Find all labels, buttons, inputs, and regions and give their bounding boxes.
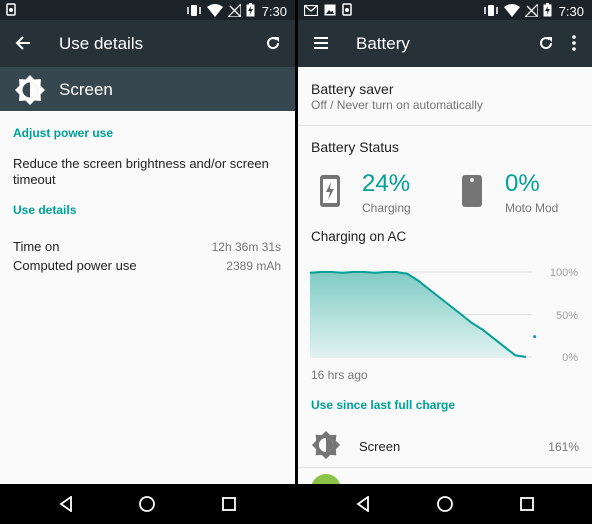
use-since-heading: Use since last full charge [311, 398, 456, 412]
use-details-screen: 7:30 Use details Screen Adjust power use… [0, 0, 295, 524]
charging-title: Charging on AC [311, 229, 407, 244]
notification-icon [342, 3, 352, 19]
phone-battery-icon [318, 173, 342, 214]
status-bar: 7:30 [0, 0, 295, 20]
menu-icon[interactable] [309, 31, 333, 55]
no-signal-icon [226, 1, 242, 20]
home-nav-icon[interactable] [137, 494, 157, 514]
moto-mod-icon [460, 173, 484, 214]
divider [298, 125, 592, 126]
adjust-power-use-heading: Adjust power use [13, 126, 114, 140]
projection-point [533, 335, 537, 339]
y-tick-100: 100% [550, 267, 578, 279]
vibrate-icon [483, 4, 499, 20]
page-title: Battery [356, 34, 410, 53]
moto-mod-percent: 0% [505, 170, 540, 197]
back-nav-icon[interactable] [353, 494, 373, 514]
app-name: Screen [59, 80, 113, 99]
battery-charging-icon [543, 3, 552, 20]
battery-status-title: Battery Status [311, 139, 399, 155]
refresh-icon[interactable] [534, 31, 558, 55]
app-bar: Battery [298, 20, 592, 67]
no-signal-icon [523, 1, 539, 20]
back-nav-icon[interactable] [56, 494, 76, 514]
phone-battery-status: Charging [362, 201, 411, 215]
moto-mod-label: Moto Mod [505, 201, 559, 215]
battery-saver-subtitle: Off / Never turn on automatically [311, 98, 483, 112]
image-icon [324, 4, 336, 19]
usage-item-value: 161% [548, 440, 579, 454]
usage-item-label: Screen [359, 439, 401, 454]
battery-screen: 7:30 Battery Battery saver Off / Never t… [298, 0, 592, 524]
phone-battery-percent: 24% [362, 170, 411, 197]
computed-power-use-value: 2389 mAh [226, 259, 281, 273]
wifi-icon [503, 3, 520, 20]
status-bar: 7:30 [298, 0, 592, 20]
back-arrow-icon[interactable] [11, 31, 35, 55]
brightness-icon [311, 430, 341, 465]
app-bar: Use details [0, 20, 295, 67]
notification-icon [6, 3, 16, 19]
divider [298, 467, 592, 468]
y-tick-50: 50% [556, 310, 578, 322]
recents-nav-icon[interactable] [517, 494, 537, 514]
x-axis-start-label: 16 hrs ago [311, 368, 368, 382]
computed-power-use-label: Computed power use [13, 258, 137, 273]
time-on-label: Time on [13, 239, 60, 254]
more-options-icon[interactable] [562, 31, 586, 55]
use-details-heading: Use details [13, 203, 77, 217]
clock: 7:30 [261, 4, 287, 19]
recents-nav-icon[interactable] [219, 494, 239, 514]
usage-item-screen[interactable]: Screen 161% [298, 424, 592, 468]
reduce-brightness-suggestion[interactable]: Reduce the screen brightness and/or scre… [13, 156, 283, 188]
navigation-bar [298, 484, 592, 524]
home-nav-icon[interactable] [435, 494, 455, 514]
y-tick-0: 0% [562, 352, 578, 364]
wifi-icon [206, 3, 223, 20]
battery-saver-title: Battery saver [311, 81, 394, 97]
navigation-bar [0, 484, 295, 524]
battery-charging-icon [246, 3, 255, 20]
gmail-icon [303, 4, 319, 19]
battery-saver-row[interactable]: Battery saver Off / Never turn on automa… [298, 67, 592, 125]
vibrate-icon [186, 4, 202, 20]
refresh-icon[interactable] [261, 31, 285, 55]
battery-history-chart[interactable]: 100% 50% 0% [298, 258, 592, 368]
time-on-value: 12h 36m 31s [211, 240, 281, 254]
page-title: Use details [59, 34, 144, 53]
brightness-icon [14, 74, 46, 111]
clock: 7:30 [558, 4, 584, 19]
app-header: Screen [0, 67, 295, 111]
